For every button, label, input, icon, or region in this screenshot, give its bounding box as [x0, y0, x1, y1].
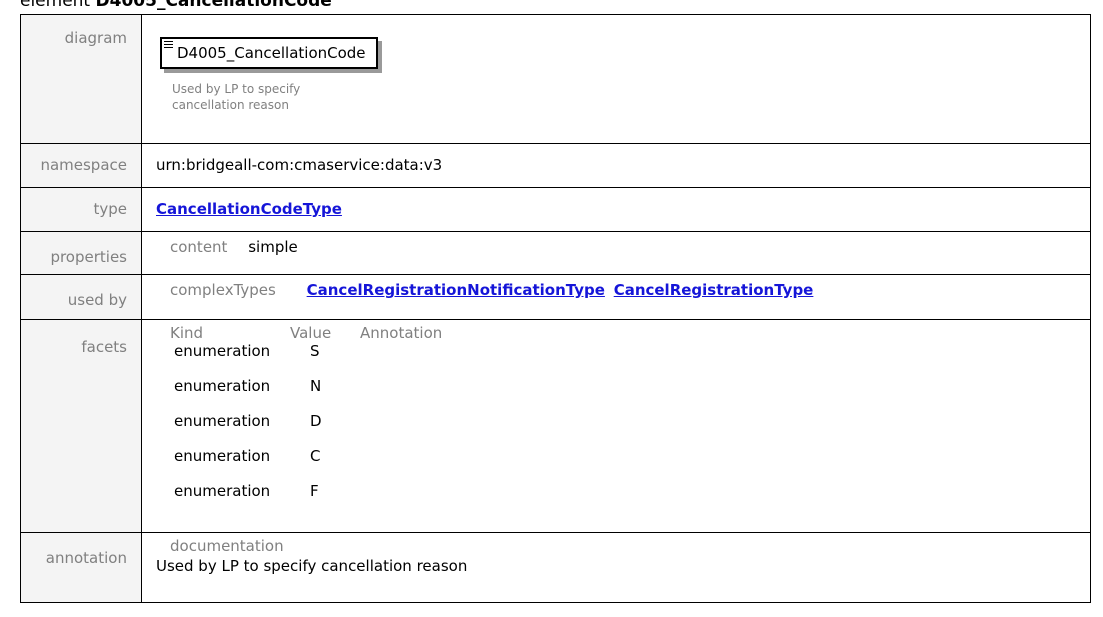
- properties-label: properties: [50, 248, 127, 266]
- annotation-cell: documentation Used by LP to specify canc…: [141, 532, 1091, 603]
- element-box[interactable]: D4005_CancellationCode: [160, 37, 378, 69]
- facet-value: D: [310, 412, 322, 430]
- diagram-cell: D4005_CancellationCode Used by LP to spe…: [141, 14, 1091, 144]
- annotation-row: annotation documentation Used by LP to s…: [20, 532, 1091, 603]
- used-by-link-cancel-registration-notification-type[interactable]: CancelRegistrationNotificationType: [307, 281, 605, 299]
- annotation-key: documentation: [170, 537, 284, 555]
- annotation-value: Used by LP to specify cancellation reaso…: [156, 557, 468, 575]
- namespace-label: namespace: [40, 156, 127, 174]
- element-diagram[interactable]: D4005_CancellationCode: [160, 37, 378, 69]
- facet-value: F: [310, 482, 319, 500]
- facet-kind: enumeration: [174, 447, 271, 465]
- facet-kind: enumeration: [174, 377, 271, 395]
- element-icon: [164, 41, 173, 48]
- facet-row: enumeration D: [152, 404, 1090, 439]
- element-heading: element D4005_CancellationCode: [20, 0, 332, 11]
- used-by-label-cell: used by: [20, 274, 142, 320]
- annotation-label: annotation: [45, 549, 127, 567]
- facet-value: S: [310, 342, 320, 360]
- namespace-value: urn:bridgeall-com:cmaservice:data:v3: [156, 156, 443, 174]
- heading-element-name: D4005_CancellationCode: [95, 0, 332, 11]
- facet-kind: enumeration: [174, 482, 271, 500]
- namespace-label-cell: namespace: [20, 143, 142, 188]
- used-by-cell: complexTypes CancelRegistrationNotificat…: [141, 274, 1091, 320]
- type-cell: CancellationCodeType: [141, 187, 1091, 232]
- facet-kind: enumeration: [174, 412, 271, 430]
- facet-row: enumeration F: [152, 474, 1090, 509]
- facets-col-annotation: Annotation: [360, 324, 443, 342]
- heading-prefix: element: [20, 0, 96, 11]
- type-link[interactable]: CancellationCodeType: [156, 200, 342, 218]
- facet-value: C: [310, 447, 321, 465]
- properties-label-cell: properties: [20, 231, 142, 275]
- facets-label-cell: facets: [20, 319, 142, 533]
- type-label: type: [93, 200, 127, 218]
- type-row: type CancellationCodeType: [20, 187, 1091, 232]
- facets-cell: Kind Value Annotation enumeration S enumera…: [141, 319, 1091, 533]
- used-by-label: used by: [67, 291, 127, 309]
- element-doc-table: diagram D4005_CancellationCode Used by L…: [20, 14, 1091, 603]
- facet-value: N: [310, 377, 322, 395]
- properties-value: simple: [248, 238, 298, 256]
- namespace-row: namespace urn:bridgeall-com:cmaservice:d…: [20, 143, 1091, 188]
- element-box-name: D4005_CancellationCode: [177, 44, 366, 62]
- facet-row: enumeration N: [152, 369, 1090, 404]
- facet-row: enumeration S: [152, 334, 1090, 369]
- element-description-line1: Used by LP to specify: [172, 82, 301, 96]
- properties-row: properties content simple: [20, 231, 1091, 275]
- facet-row: enumeration C: [152, 439, 1090, 474]
- diagram-row: diagram D4005_CancellationCode Used by L…: [20, 14, 1091, 144]
- type-label-cell: type: [20, 187, 142, 232]
- diagram-label-cell: diagram: [20, 14, 142, 144]
- element-description-line2: cancellation reason: [172, 98, 289, 112]
- facet-kind: enumeration: [174, 342, 271, 360]
- properties-cell: content simple: [141, 231, 1091, 275]
- used-by-key: complexTypes: [170, 281, 276, 299]
- used-by-row: used by complexTypes CancelRegistrationN…: [20, 274, 1091, 320]
- facets-row: facets Kind Value Annotation enumeration S …: [20, 319, 1091, 533]
- facets-label: facets: [81, 338, 127, 356]
- used-by-link-cancel-registration-type[interactable]: CancelRegistrationType: [614, 281, 814, 299]
- namespace-cell: urn:bridgeall-com:cmaservice:data:v3: [141, 143, 1091, 188]
- annotation-label-cell: annotation: [20, 532, 142, 603]
- diagram-label: diagram: [64, 29, 127, 47]
- properties-key: content: [170, 238, 228, 256]
- element-description: Used by LP to specify cancellation reaso…: [172, 81, 1090, 113]
